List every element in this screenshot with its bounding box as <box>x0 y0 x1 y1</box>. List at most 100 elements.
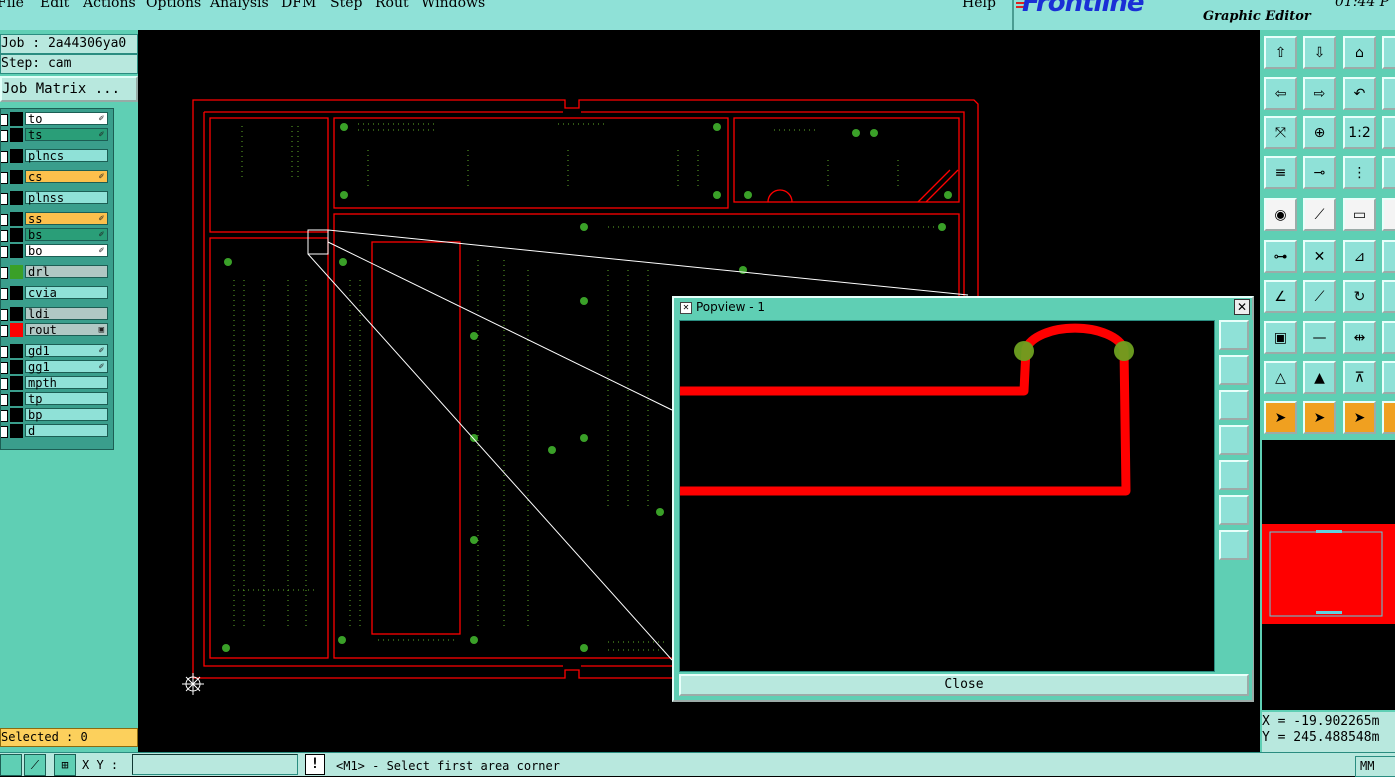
layer-name[interactable]: bp <box>25 408 108 422</box>
menu-edit[interactable]: Edit <box>40 0 69 11</box>
layer-name[interactable]: d <box>25 424 108 438</box>
popview-tool-button[interactable] <box>1219 320 1249 350</box>
layer-row-bo[interactable]: bo ✐ <box>1 244 111 258</box>
layer-row-ss[interactable]: ss ✐ <box>1 212 111 226</box>
grid-icon[interactable]: ⊞ <box>54 754 76 776</box>
menu-file[interactable]: File <box>0 0 24 11</box>
snap-icon[interactable]: ⊸ <box>1303 156 1336 189</box>
popview-tool-button[interactable] <box>1219 390 1249 420</box>
popview-tool-button[interactable] <box>1219 530 1249 560</box>
popview-tool-button[interactable] <box>1219 460 1249 490</box>
layer-checkbox[interactable] <box>1 378 8 390</box>
zoom-in-icon[interactable]: ⊕ <box>1303 116 1336 149</box>
menu-rout[interactable]: Rout <box>375 0 409 11</box>
layer-name[interactable]: tp <box>25 392 108 406</box>
more-icon[interactable] <box>1382 240 1395 273</box>
layer-name[interactable]: ts ✐ <box>25 128 108 142</box>
menu-step[interactable]: Step <box>330 0 362 11</box>
layer-name[interactable]: to ✐ <box>25 112 108 126</box>
window-menu-icon[interactable]: ✕ <box>680 302 692 314</box>
popview-canvas[interactable] <box>679 320 1215 672</box>
layer-checkbox[interactable] <box>1 309 8 321</box>
layer-name[interactable]: mpth <box>25 376 108 390</box>
job-matrix-button[interactable]: Job Matrix ... <box>0 76 138 102</box>
select-icon[interactable]: ◉ <box>1264 198 1297 231</box>
home-view-icon[interactable]: ⌂ <box>1343 36 1376 69</box>
layer-checkbox[interactable] <box>1 172 8 184</box>
layer-name[interactable]: gg1 ✐ <box>25 360 108 374</box>
slope-icon[interactable]: ⟋ <box>1303 280 1336 313</box>
more-icon[interactable] <box>1382 77 1395 110</box>
triangle-icon[interactable]: △ <box>1264 361 1297 394</box>
layer-name[interactable]: ldi <box>25 307 108 321</box>
transform-icon[interactable]: ⊼ <box>1343 361 1376 394</box>
more-icon[interactable] <box>1382 321 1395 354</box>
pointer-circle-icon[interactable]: ➤ <box>1343 401 1376 434</box>
arrow-up-icon[interactable]: ▲ <box>1303 361 1336 394</box>
angle-icon[interactable]: ∠ <box>1264 280 1297 313</box>
layer-checkbox[interactable] <box>1 288 8 300</box>
layer-name[interactable]: plnss <box>25 191 108 205</box>
pointer-box-icon[interactable]: ➤ <box>1303 401 1336 434</box>
ruler-icon[interactable]: ▭ <box>1343 198 1376 231</box>
popview-tool-button[interactable] <box>1219 425 1249 455</box>
xy-input[interactable] <box>132 754 298 775</box>
layer-checkbox[interactable] <box>1 410 8 422</box>
more-icon[interactable] <box>1382 280 1395 313</box>
layer-checkbox[interactable] <box>1 214 8 226</box>
layers-icon[interactable]: ⋮ <box>1343 156 1376 189</box>
settings-icon[interactable]: ≡ <box>1264 156 1297 189</box>
menu-actions[interactable]: Actions <box>83 0 136 11</box>
more-icon[interactable] <box>1382 36 1395 69</box>
layer-checkbox[interactable] <box>1 151 8 163</box>
menu-help[interactable]: Help <box>962 0 996 11</box>
layer-row-d[interactable]: d <box>1 424 111 438</box>
layer-row-mpth[interactable]: mpth <box>1 376 111 390</box>
rotate-icon[interactable]: ↻ <box>1343 280 1376 313</box>
menu-analysis[interactable]: Analysis <box>210 0 269 11</box>
layer-row-rout[interactable]: rout ▣ <box>1 323 111 337</box>
layer-name[interactable]: cvia <box>25 286 108 300</box>
layer-row-ts[interactable]: ts ✐ <box>1 128 111 142</box>
more-icon[interactable] <box>1382 401 1395 434</box>
layer-row-tp[interactable]: tp <box>1 392 111 406</box>
layer-row-gd1[interactable]: gd1 ✐ <box>1 344 111 358</box>
layer-checkbox[interactable] <box>1 325 8 337</box>
layer-name[interactable]: plncs <box>25 149 108 163</box>
layer-row-bs[interactable]: bs ✐ <box>1 228 111 242</box>
layer-row-gg1[interactable]: gg1 ✐ <box>1 360 111 374</box>
pointer-icon[interactable]: ➤ <box>1264 401 1297 434</box>
line-icon[interactable]: ⟋ <box>1303 198 1336 231</box>
measure-icon[interactable]: ⟋ <box>24 754 46 776</box>
pan-right-icon[interactable]: ⇨ <box>1303 77 1336 110</box>
layer-checkbox[interactable] <box>1 267 8 279</box>
line-cut-icon[interactable]: — <box>1303 321 1336 354</box>
popview-tool-button[interactable] <box>1219 355 1249 385</box>
more-icon[interactable] <box>1382 361 1395 394</box>
layer-row-plnss[interactable]: plnss <box>1 191 111 205</box>
units-button[interactable]: MM <box>1355 756 1395 777</box>
pan-up-icon[interactable]: ⇧ <box>1264 36 1297 69</box>
layer-name[interactable]: gd1 ✐ <box>25 344 108 358</box>
layer-checkbox[interactable] <box>1 346 8 358</box>
more-icon[interactable] <box>1382 116 1395 149</box>
more-icon[interactable] <box>1382 198 1395 231</box>
layer-row-plncs[interactable]: plncs <box>1 149 111 163</box>
menu-dfm[interactable]: DFM <box>281 0 316 11</box>
layer-checkbox[interactable] <box>1 230 8 242</box>
layer-checkbox[interactable] <box>1 130 8 142</box>
pan-left-icon[interactable]: ⇦ <box>1264 77 1297 110</box>
pan-down-icon[interactable]: ⇩ <box>1303 36 1336 69</box>
layer-name[interactable]: drl <box>25 265 108 279</box>
popview-titlebar[interactable]: ✕ Popview - 1 ✕ <box>674 298 1252 316</box>
resize-icon[interactable]: ⇹ <box>1343 321 1376 354</box>
connect-icon[interactable]: ⊶ <box>1264 240 1297 273</box>
layer-name[interactable]: bs ✐ <box>25 228 108 242</box>
layer-checkbox[interactable] <box>1 394 8 406</box>
layer-row-ldi[interactable]: ldi <box>1 307 111 321</box>
layer-row-cs[interactable]: cs ✐ <box>1 170 111 184</box>
layer-checkbox[interactable] <box>1 193 8 205</box>
zoom-fit-icon[interactable]: ⤧ <box>1264 116 1297 149</box>
layer-row-to[interactable]: to ✐ <box>1 112 111 126</box>
more-icon[interactable] <box>1382 156 1395 189</box>
